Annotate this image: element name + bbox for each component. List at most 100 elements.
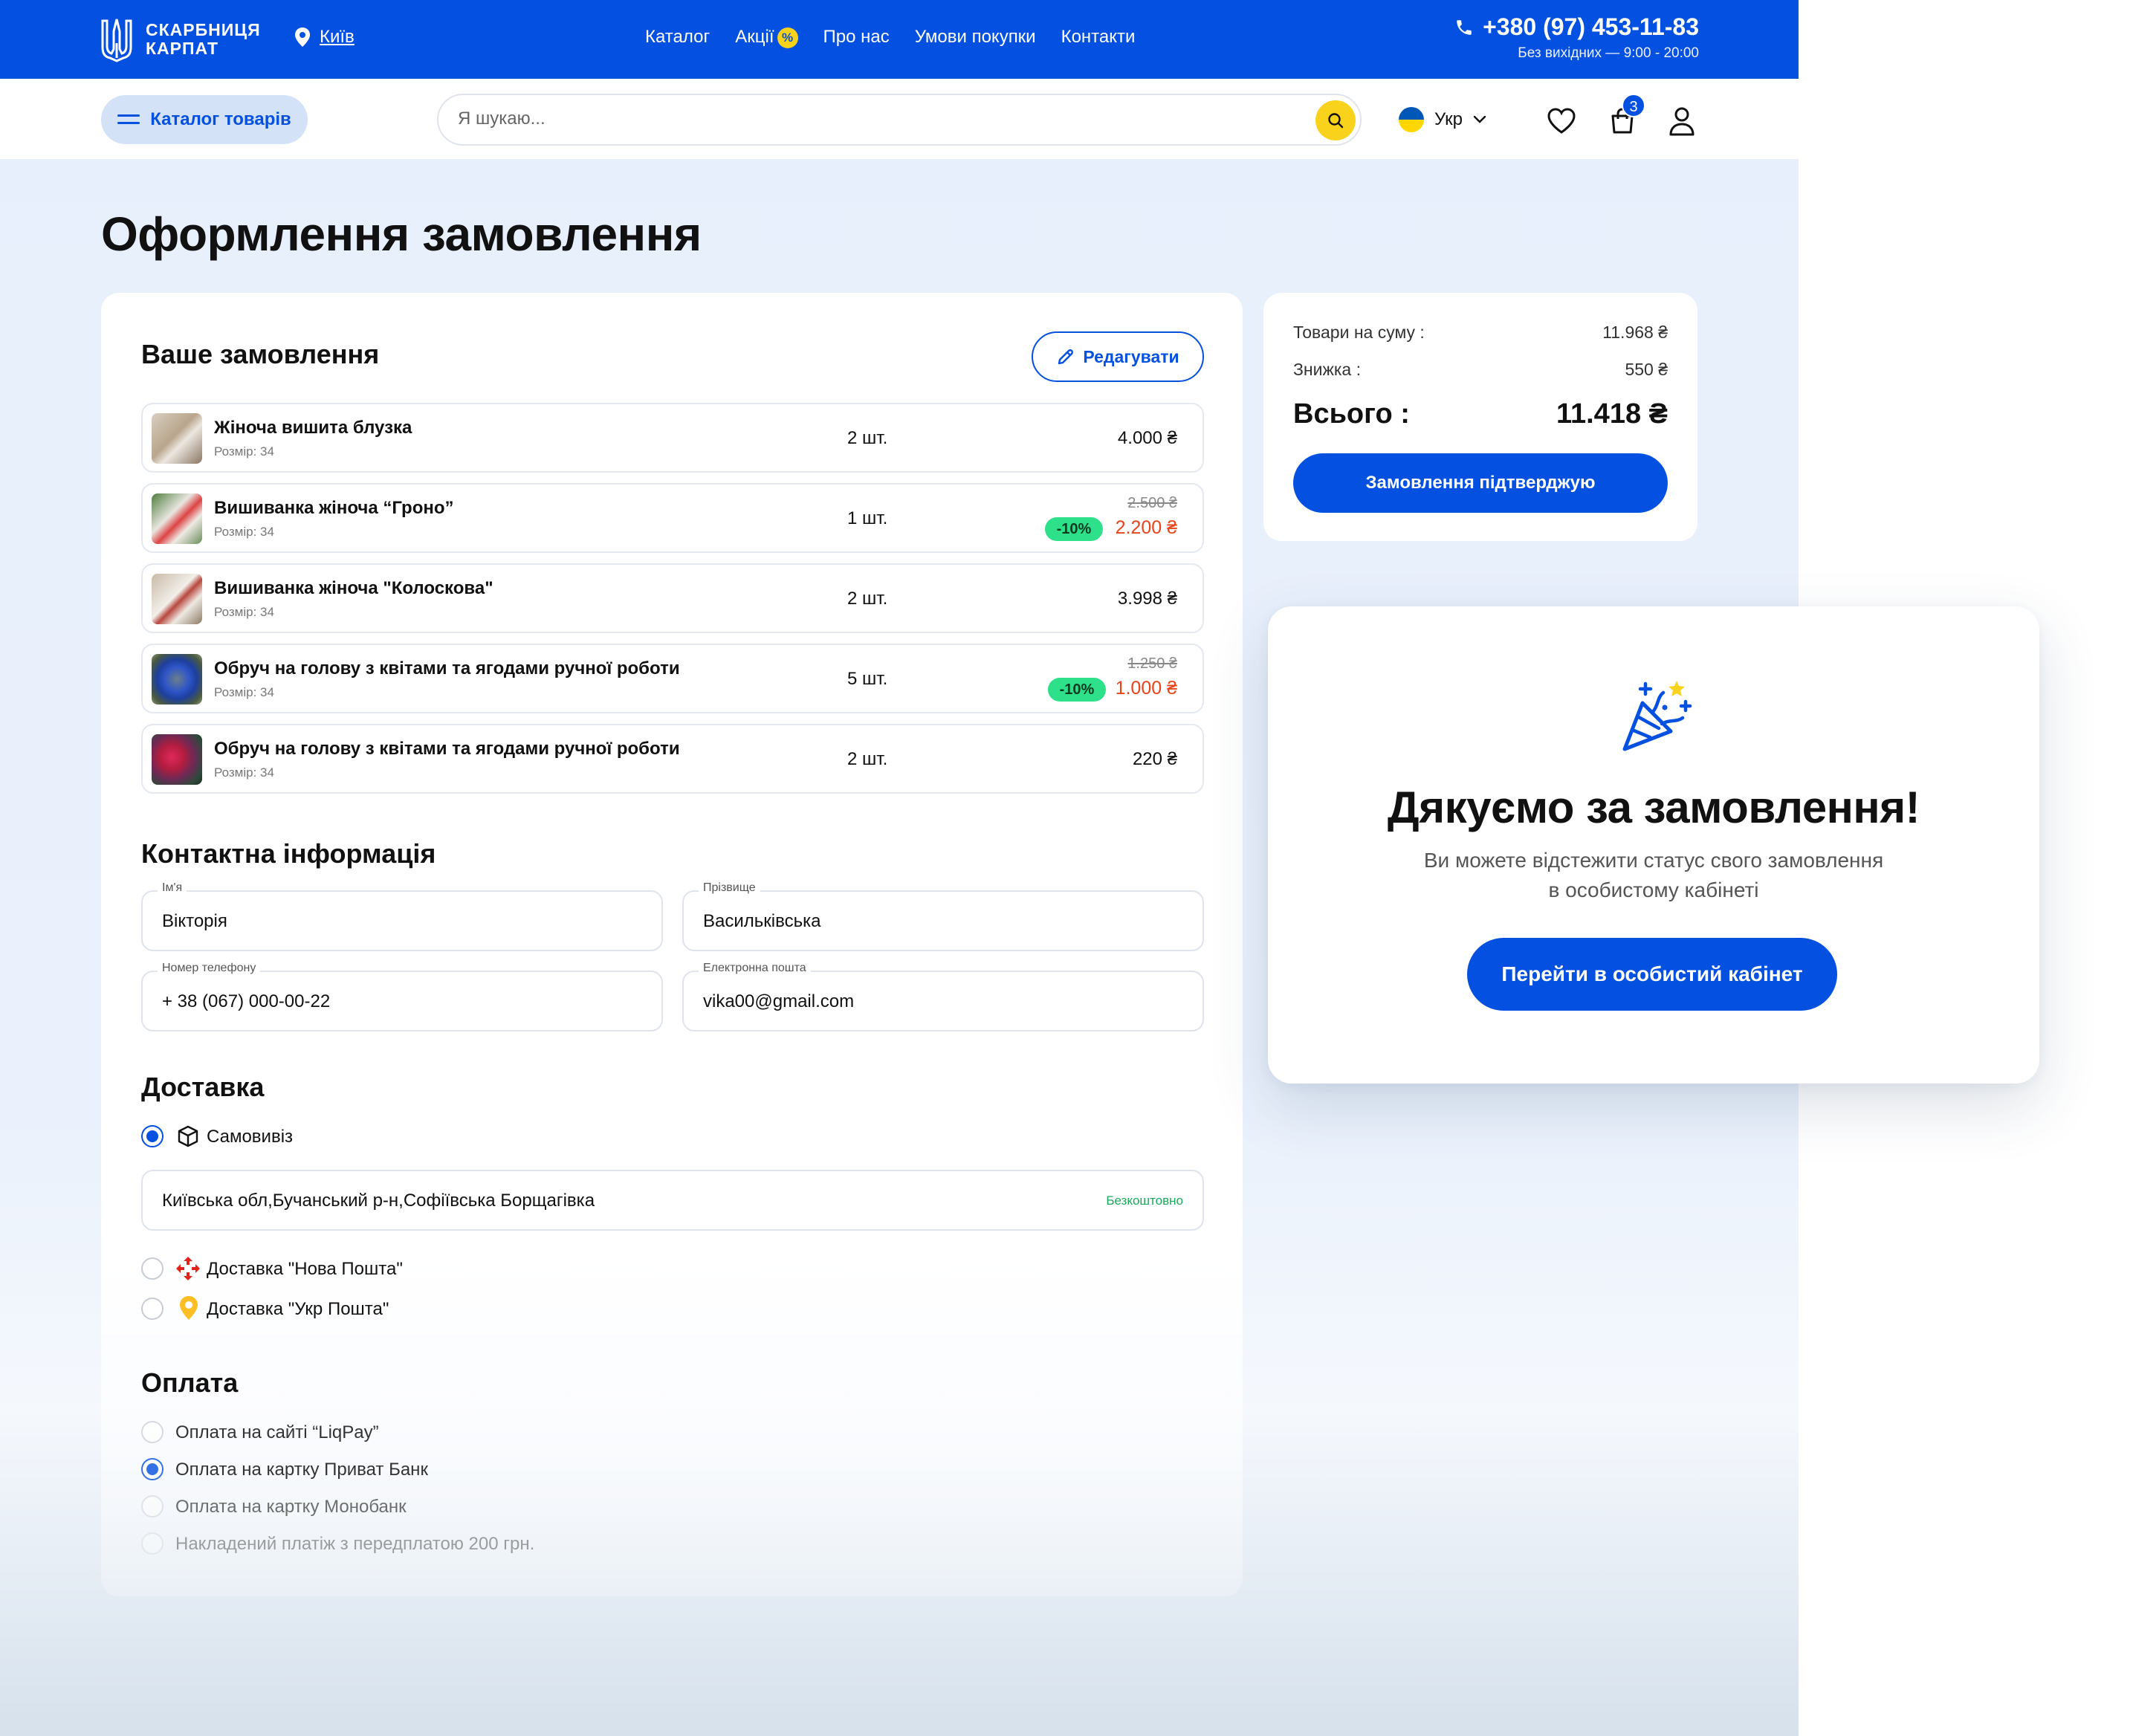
last-name-field[interactable]: Прізвище Васильківська	[682, 881, 1204, 951]
order-item-row: Жіноча вишита блузка Розмір: 34 2 шт. 4.…	[141, 403, 1204, 473]
catalog-button-label: Каталог товарів	[150, 109, 291, 129]
phone-field[interactable]: Номер телефону + 38 (067) 000-00-22	[141, 962, 663, 1031]
modal-title: Дякуємо за замовлення!	[1387, 783, 1920, 832]
contact-section-title: Контактна інформація	[141, 838, 436, 869]
language-label: Укр	[1434, 109, 1463, 129]
page-title: Оформлення замовлення	[101, 207, 702, 261]
last-name-value: Васильківська	[703, 911, 821, 931]
discount-value: 550 ₴	[1625, 360, 1668, 379]
item-name[interactable]: Обруч на голову з квітами та ягодами руч…	[214, 739, 680, 760]
item-name[interactable]: Вишиванка жіноча "Колоскова"	[214, 578, 493, 599]
phone-number: +380 (97) 453-11-83	[1483, 13, 1699, 40]
item-name[interactable]: Обруч на голову з квітами та ягодами руч…	[214, 658, 680, 679]
search-icon	[1328, 113, 1344, 129]
search-input[interactable]	[458, 108, 1246, 129]
payment-liqpay-radio[interactable]	[141, 1421, 164, 1443]
payment-section-title: Оплата	[141, 1367, 239, 1398]
item-old-price: 1.250 ₴	[1127, 655, 1177, 672]
payment-monobank-label[interactable]: Оплата на картку Монобанк	[175, 1497, 407, 1518]
checkout-form-card: Ваше замовлення Редагувати Жіноча вишита…	[101, 293, 1243, 1596]
discount-badge: -10%	[1048, 678, 1106, 702]
ukr-poshta-radio[interactable]	[141, 1298, 164, 1320]
pickup-label[interactable]: Самовивіз	[207, 1127, 293, 1147]
subtotal-label: Товари на суму :	[1293, 323, 1425, 342]
first-name-value: Вікторія	[162, 911, 227, 931]
payment-privatbank-radio[interactable]	[141, 1458, 164, 1480]
total-value: 11.418 ₴	[1556, 398, 1668, 430]
trident-logo-icon	[101, 19, 132, 62]
product-thumbnail[interactable]	[152, 734, 202, 785]
email-field[interactable]: Електронна пошта vika00@gmail.com	[682, 962, 1204, 1031]
product-thumbnail[interactable]	[152, 493, 202, 544]
item-size: Розмір: 34	[214, 444, 274, 459]
order-summary-card: Товари на суму : 11.968 ₴ Знижка : 550 ₴…	[1263, 293, 1697, 541]
edit-order-button[interactable]: Редагувати	[1032, 331, 1204, 382]
payment-monobank-radio[interactable]	[141, 1495, 164, 1518]
payment-liqpay-label[interactable]: Оплата на сайті “LiqPay”	[175, 1422, 379, 1443]
item-quantity: 1 шт.	[847, 508, 888, 528]
phone-link[interactable]: +380 (97) 453-11-83	[1454, 13, 1699, 41]
city-selector[interactable]: Київ	[294, 27, 355, 48]
payment-cod-label[interactable]: Накладений платіж з передплатою 200 грн.	[175, 1534, 534, 1555]
go-to-account-button[interactable]: Перейти в особистий кабінет	[1467, 938, 1837, 1011]
nova-poshta-label[interactable]: Доставка "Нова Пошта"	[207, 1259, 403, 1280]
item-size: Розмір: 34	[214, 685, 274, 699]
item-sale-price: 2.200 ₴	[1115, 517, 1177, 538]
item-name[interactable]: Жіноча вишита блузка	[214, 418, 412, 438]
order-item-row: Вишиванка жіноча “Гроно” Розмір: 34 1 шт…	[141, 483, 1204, 553]
product-thumbnail[interactable]	[152, 654, 202, 705]
first-name-label: Ім'я	[158, 881, 187, 895]
hamburger-icon	[117, 114, 140, 124]
first-name-field[interactable]: Ім'я Вікторія	[141, 881, 663, 951]
nav-about[interactable]: Про нас	[823, 27, 890, 48]
address-text: Київська обл,Бучанський р-н,Софіївська Б…	[162, 1191, 595, 1211]
working-hours: Без вихідних — 9:00 - 20:00	[1518, 45, 1699, 61]
nova-poshta-logo-icon	[176, 1257, 200, 1280]
top-bar: СКАРБНИЦЯ КАРПАТ Київ Каталог Акції% Про…	[0, 0, 1799, 79]
nav-contacts[interactable]: Контакти	[1061, 27, 1136, 48]
confirm-order-button[interactable]: Замовлення підтверджую	[1293, 453, 1668, 513]
search-button[interactable]	[1315, 100, 1356, 140]
total-row: Всього : 11.418 ₴	[1293, 398, 1668, 430]
modal-text-line-2: в особистому кабінеті	[1548, 878, 1759, 901]
order-item-row: Обруч на голову з квітами та ягодами руч…	[141, 644, 1204, 713]
cart-button[interactable]: 3	[1605, 94, 1645, 138]
ukr-poshta-label[interactable]: Доставка "Укр Пошта"	[207, 1299, 389, 1320]
nav-sales-label: Акції	[735, 27, 774, 47]
item-sale-price: 1.000 ₴	[1115, 678, 1177, 699]
modal-text: Ви можете відстежити статус свого замовл…	[1379, 846, 1928, 905]
nav-terms[interactable]: Умови покупки	[915, 27, 1036, 48]
logo[interactable]: СКАРБНИЦЯ КАРПАТ	[100, 16, 261, 62]
pencil-icon	[1058, 349, 1074, 365]
item-price: 220 ₴	[1132, 749, 1177, 769]
item-quantity: 2 шт.	[847, 589, 888, 609]
free-tag: Безкоштовно	[1106, 1194, 1183, 1208]
phone-block: +380 (97) 453-11-83 Без вихідних — 9:00 …	[1454, 13, 1699, 62]
modal-text-line-1: Ви можете відстежити статус свого замовл…	[1423, 849, 1884, 872]
order-item-row: Вишиванка жіноча "Колоскова" Розмір: 34 …	[141, 563, 1204, 633]
ukraine-flag-icon	[1399, 107, 1424, 132]
payment-privatbank-label[interactable]: Оплата на картку Приват Банк	[175, 1460, 428, 1480]
location-pin-icon	[295, 27, 310, 47]
product-thumbnail[interactable]	[152, 413, 202, 464]
pickup-radio[interactable]	[141, 1125, 164, 1147]
order-section-title: Ваше замовлення	[141, 339, 380, 369]
search-bar: Каталог товарів Укр 3	[0, 79, 1799, 159]
item-name[interactable]: Вишиванка жіноча “Гроно”	[214, 498, 454, 519]
item-size: Розмір: 34	[214, 765, 274, 780]
item-quantity: 5 шт.	[847, 669, 888, 689]
thank-you-modal: Дякуємо за замовлення! Ви можете відстеж…	[1268, 606, 2039, 1084]
nova-poshta-radio[interactable]	[141, 1257, 164, 1280]
payment-cod-radio[interactable]	[141, 1532, 164, 1555]
edit-order-label: Редагувати	[1083, 346, 1179, 366]
main-nav: Каталог Акції% Про нас Умови покупки Кон…	[645, 27, 1135, 48]
nav-sales[interactable]: Акції%	[735, 27, 798, 48]
language-selector[interactable]: Укр	[1399, 107, 1486, 132]
item-size: Розмір: 34	[214, 525, 274, 539]
account-button[interactable]	[1665, 104, 1699, 138]
wishlist-button[interactable]	[1544, 104, 1579, 138]
nav-catalog[interactable]: Каталог	[645, 27, 710, 48]
catalog-button[interactable]: Каталог товарів	[101, 95, 308, 144]
product-thumbnail[interactable]	[152, 574, 202, 624]
email-value: vika00@gmail.com	[703, 991, 855, 1011]
